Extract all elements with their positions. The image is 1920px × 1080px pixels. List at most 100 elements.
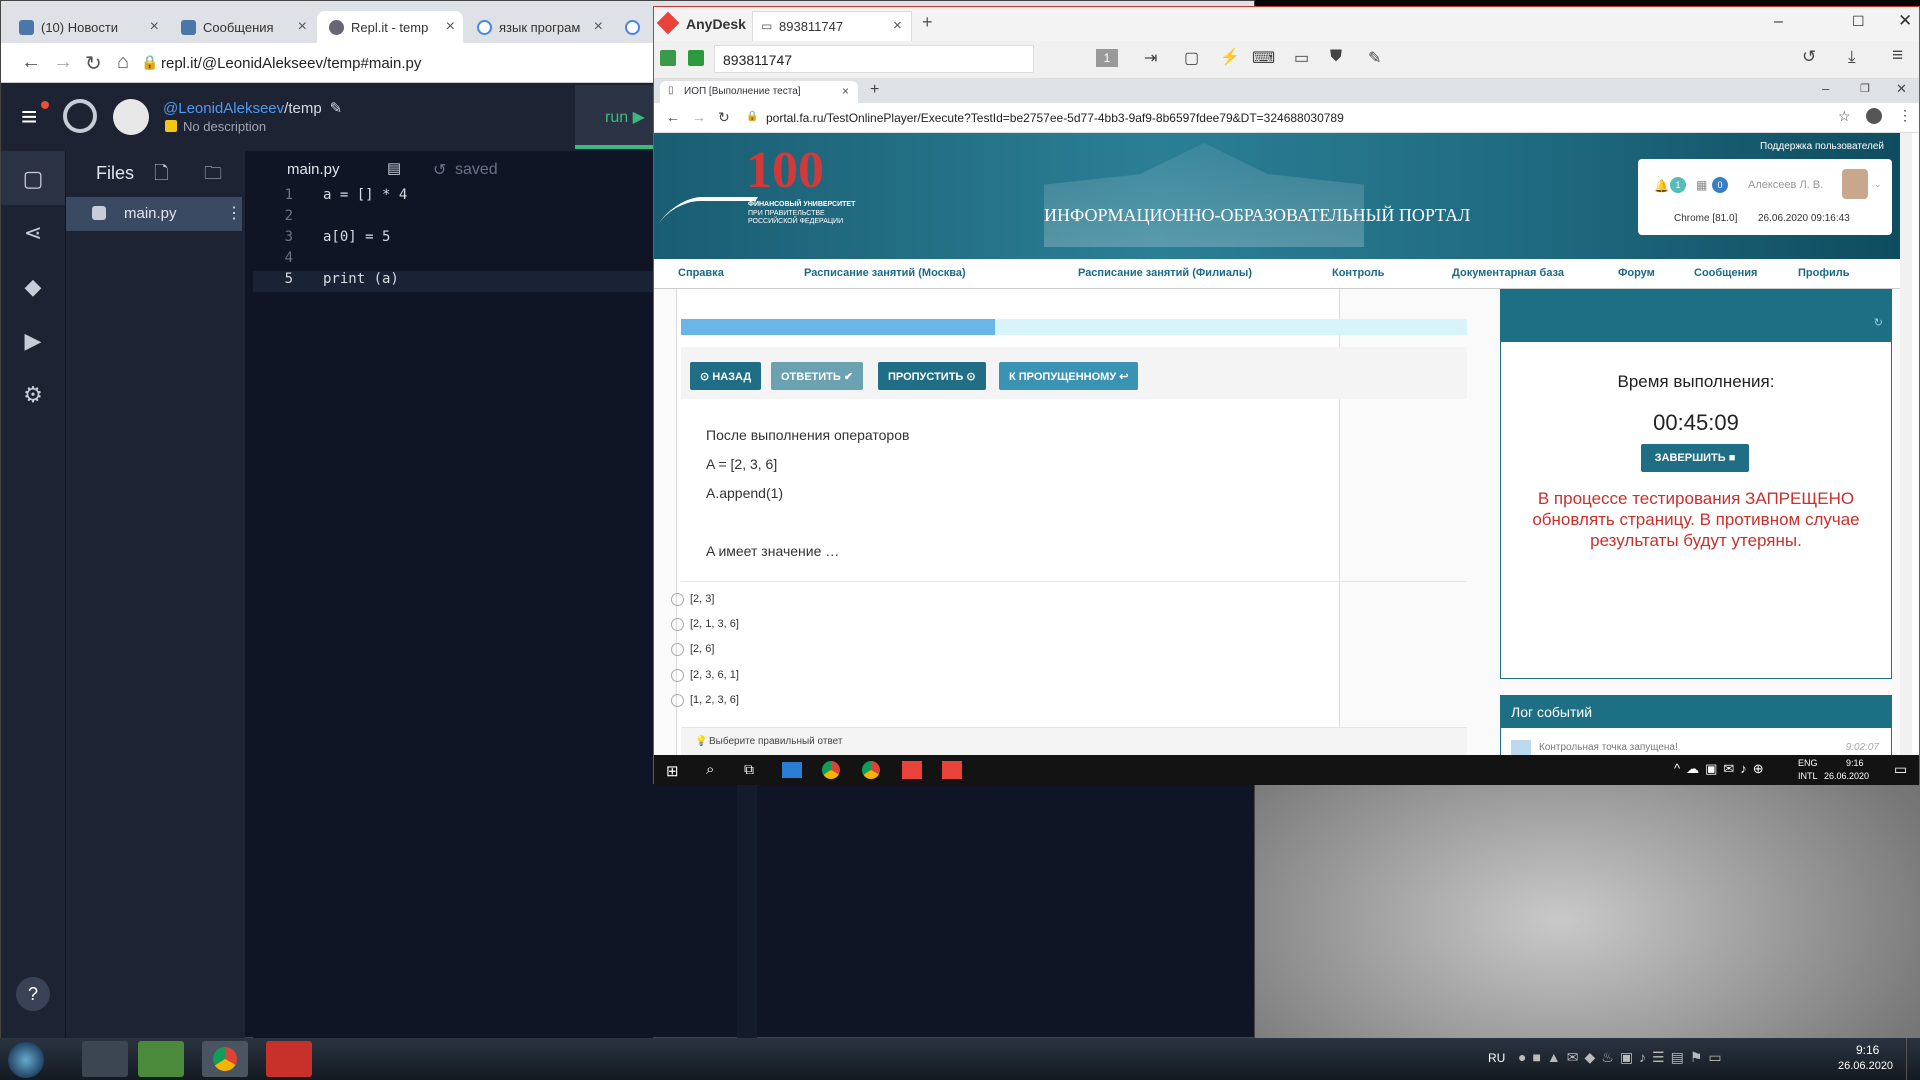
answer-option[interactable]: [2, 1, 3, 6] [671,618,739,631]
reload-icon[interactable]: ↻ [718,109,730,126]
start-orb-icon[interactable] [8,1042,44,1078]
minimize-icon[interactable]: – [1774,13,1783,31]
minimize-icon[interactable]: – [1822,81,1829,96]
show-desktop-button[interactable] [1906,1038,1920,1080]
whiteboard-icon[interactable]: ✎ [1368,48,1381,68]
tab-google-search[interactable]: язык програм × [465,11,611,43]
tab-vk-news[interactable]: (10) Новости × [7,11,167,43]
mail-icon[interactable] [782,762,802,778]
remote-clock-date[interactable]: 26.06.2020 [1824,771,1869,781]
hamburger-menu-icon[interactable]: ≡ [1892,45,1903,67]
repl-owner[interactable]: @LeonidAlekseev [163,100,284,117]
back-icon[interactable]: ← [21,51,41,74]
edit-icon[interactable]: ✎ [330,100,343,117]
file-item-main-py[interactable]: main.py ⋮ [66,197,242,231]
packages-icon[interactable]: ◆ [21,275,45,299]
action-center-icon[interactable]: ▭ [1894,761,1907,778]
menu-documents[interactable]: Документарная база [1452,267,1564,279]
finish-button[interactable]: ЗАВЕРШИТЬ ■ [1641,444,1749,472]
debugger-icon[interactable]: ▶ [21,329,45,353]
close-icon[interactable]: × [298,18,307,36]
back-button[interactable]: ⊙ НАЗАД [690,362,762,390]
university-logo[interactable]: 100 ФИНАНСОВЫЙ УНИВЕРСИТЕТ ПРИ ПРАВИТЕЛЬ… [657,142,876,243]
new-tab-icon[interactable]: + [922,12,933,33]
menu-control[interactable]: Контроль [1332,267,1384,279]
support-link[interactable]: Поддержка пользователей [1760,141,1884,152]
clock-time[interactable]: 9:16 [1856,1043,1879,1057]
inner-url[interactable]: portal.fa.ru/TestOnlinePlayer/Execute?Te… [766,111,1344,125]
anydesk-icon[interactable] [942,761,962,779]
avatar[interactable] [113,99,149,135]
add-file-icon[interactable]: 🗋 [154,161,168,191]
format-icon[interactable]: ▤ [387,159,401,177]
answer-button[interactable]: ОТВЕТИТЬ ✔ [771,362,864,390]
maximize-icon[interactable]: ❐ [1860,82,1870,95]
close-icon[interactable]: × [594,18,603,36]
user-photo[interactable] [1842,169,1868,199]
answer-option[interactable]: [2, 3] [670,593,714,606]
user-name[interactable]: Алексеев Л. В. [1748,179,1823,191]
share-icon[interactable]: ⋖ [21,221,45,245]
tab-messages[interactable]: Сообщения × [169,11,315,43]
files-icon[interactable]: ▢ [21,167,45,191]
editor-tab-main-py[interactable]: main.py [287,161,340,178]
chevron-down-icon[interactable]: ⌄ [1874,179,1882,190]
menu-schedule-branches[interactable]: Расписание занятий (Филиалы) [1078,267,1252,279]
calendar-icon[interactable]: ▦ [1696,178,1707,192]
close-icon[interactable]: × [842,84,849,98]
download-icon[interactable]: ⤓ [1848,47,1856,67]
close-window-icon[interactable]: ✕ [1896,81,1907,97]
monitor-select[interactable]: 1 [1096,49,1118,67]
home-icon[interactable]: ⌂ [117,51,129,74]
profile-icon[interactable] [1866,108,1882,124]
forward-icon[interactable]: → [692,109,706,125]
history-icon[interactable]: ↺ [433,160,446,180]
reload-icon[interactable]: ↻ [85,51,102,76]
taskbar-app-icon[interactable] [82,1041,128,1077]
input-language[interactable]: RU [1488,1051,1505,1065]
anydesk-icon[interactable] [902,761,922,779]
close-icon[interactable]: × [446,18,455,36]
close-icon[interactable]: × [893,17,902,34]
new-tab-icon[interactable]: + [870,81,879,99]
skip-button[interactable]: ПРОПУСТИТЬ ⊙ [878,362,986,390]
system-tray-icons[interactable]: ●■▲✉◆♨▣♪☰▤⚑▭ [1518,1049,1728,1066]
windows-start-icon[interactable]: ⊞ [666,762,679,780]
refresh-icon[interactable]: ↻ [1874,316,1883,329]
menu-messages[interactable]: Сообщения [1694,267,1757,279]
chrome-active-icon[interactable] [862,761,880,779]
code-editor[interactable]: main.py ▤ ↺ saved 1a = [] * 4 2 3 a[0] = … [253,151,653,1039]
session-tab[interactable]: ▭ 893811747 × [752,11,912,41]
menu-schedule-moscow[interactable]: Расписание занятий (Москва) [804,267,966,279]
chat-icon[interactable]: ▢ [1184,48,1199,68]
chrome-icon[interactable] [822,761,840,779]
remote-clock-time[interactable]: 9:16 [1846,758,1864,768]
taskbar-anydesk-icon[interactable] [266,1041,312,1077]
answer-option[interactable]: [2, 6] [670,643,714,656]
to-skipped-button[interactable]: К ПРОПУЩЕННОМУ ↩ [999,362,1139,390]
repl-description[interactable]: No description [183,119,266,134]
tab-google-search-2[interactable] [613,11,653,43]
split-divider[interactable] [737,785,757,1039]
replit-logo-icon[interactable] [63,99,97,133]
maximize-icon[interactable]: ☐ [1852,13,1865,30]
task-view-icon[interactable]: ⧉ [744,761,754,778]
search-icon[interactable]: ⌕ [706,761,714,778]
address-field[interactable]: 893811747 [714,45,1034,73]
run-button[interactable]: run ▶ [575,85,655,149]
menu-forum[interactable]: Форум [1618,267,1655,279]
taskbar-atom-icon[interactable] [138,1041,184,1077]
close-window-icon[interactable]: ✕ [1898,11,1912,31]
permissions-icon[interactable]: ⛊ [1330,48,1342,66]
inner-tab-test[interactable]: ▯ ИОП [Выполнение теста] × [660,81,858,103]
input-lang[interactable]: ENG [1798,758,1818,768]
menu-help[interactable]: Справка [678,267,724,279]
more-options-icon[interactable]: ⋮ [226,203,242,223]
menu-profile[interactable]: Профиль [1798,267,1849,279]
menu-icon[interactable]: ≡ [21,103,37,131]
chrome-menu-icon[interactable]: ⋮ [1898,107,1912,124]
answer-option[interactable]: [1, 2, 3, 6] [671,694,739,707]
url-text[interactable]: repl.it/@LeonidAlekseev/temp#main.py [161,55,421,72]
display-icon[interactable]: ▭ [1294,48,1309,68]
add-folder-icon[interactable]: 🗀 [204,161,222,191]
